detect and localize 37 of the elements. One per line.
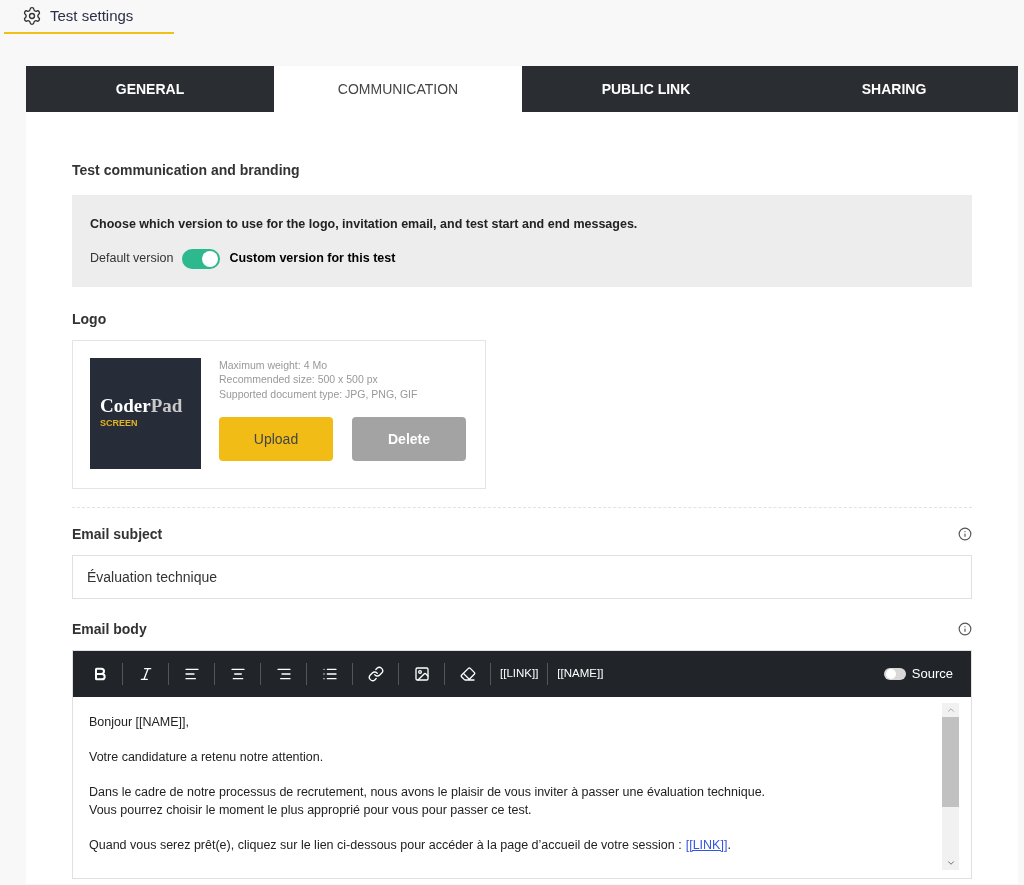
upload-button[interactable]: Upload — [219, 417, 333, 462]
subject-field[interactable]: Évaluation technique — [72, 554, 972, 599]
body-text: Bonjour [[NAME]], — [89, 713, 191, 731]
scrollbar[interactable] — [942, 702, 959, 870]
section-heading: Test communication and branding — [72, 161, 301, 180]
info-icon[interactable] — [958, 622, 972, 637]
page-title: Test settings — [50, 5, 134, 26]
logo-subtitle: SCREEN — [100, 417, 139, 430]
body-text: . — [727, 836, 731, 854]
body-text: Dans le cadre de notre processus de recrutement, nous avons le plaisir de vous inviter à passer une évaluation technique. — [89, 783, 767, 801]
link-icon — [367, 665, 384, 682]
field-label: Email body — [72, 619, 147, 639]
source-toggle[interactable] — [883, 667, 906, 680]
tab[interactable]: COMMUNICATION — [274, 66, 522, 112]
spec-text: Recommended size: 500 x 500 px — [219, 372, 379, 387]
source-label: Source — [911, 665, 953, 683]
body-text: Quand vous serez prêt(e), cliquez sur le lien ci-dessous pour accéder à la page d’accueil de votre session : — [89, 836, 682, 854]
spec-text: Maximum weight: 4 Mo — [219, 357, 328, 373]
tab[interactable]: SHARING — [770, 66, 1018, 112]
spec-text: Supported document type: JPG, PNG, GIF — [219, 386, 419, 402]
tab[interactable]: GENERAL — [26, 66, 274, 112]
logo-wordmark: CoderPad — [100, 396, 184, 415]
info-icon[interactable] — [958, 527, 972, 542]
toggle-label: Default version — [90, 250, 174, 268]
placeholder-button[interactable]: [[LINK]] — [499, 665, 540, 683]
settings-icon — [22, 6, 42, 26]
field-label: Email subject — [72, 524, 163, 544]
body-text: Votre candidature a retenu notre attention. — [89, 748, 325, 766]
tab[interactable]: PUBLIC LINK — [522, 66, 770, 112]
eraser-icon — [459, 665, 476, 682]
toggle-label: Custom version for this test — [229, 250, 396, 268]
image-icon — [413, 665, 430, 682]
section-heading: Logo — [72, 309, 108, 329]
body-text: Vous pourrez choisir le moment le plus approprié pour vous pour passer ce test. — [89, 801, 533, 819]
placeholder-button[interactable]: [[NAME]] — [556, 665, 605, 683]
version-toggle[interactable] — [182, 248, 221, 269]
info-text: Choose which version to use for the logo, invitation email, and test start and end messages. — [90, 216, 639, 233]
